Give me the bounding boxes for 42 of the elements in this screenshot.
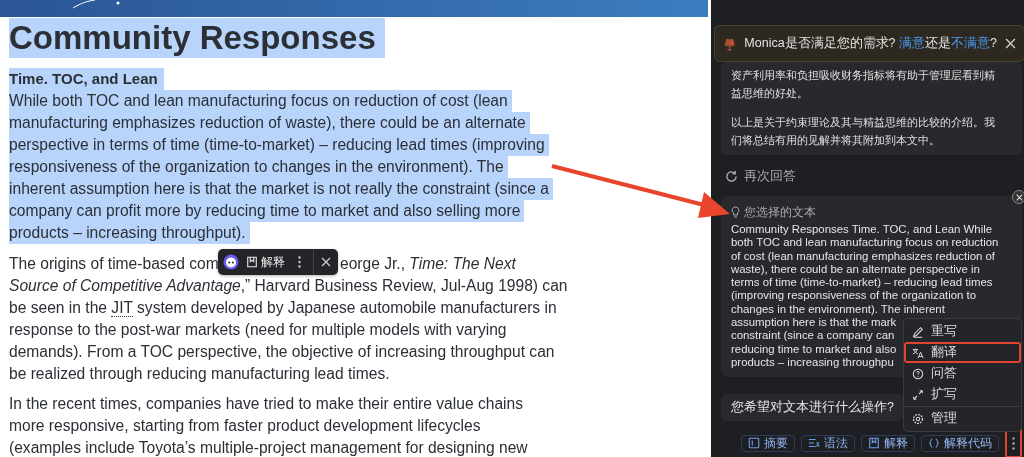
paragraph-line: Source of Competitive Advantage,” Harvard Business Review, Jul-Aug 1998) can: [9, 276, 569, 296]
unsatisfied-link[interactable]: 不满意: [951, 36, 991, 50]
selected-text-line: both TOC and lean manufacturing focus on reduction: [731, 236, 999, 250]
paragraph-line: be seen in the JIT system developed by Japanese automobile manufacturers in: [9, 298, 558, 319]
reply-text: 资产利用率和负担吸收财务指标将有助于管理层看到精益思维的好处。: [731, 68, 996, 101]
selected-text-line: waste), there could be an alternate perspective in: [731, 262, 980, 277]
selected-text-line: products – increasing throughpu: [731, 355, 894, 370]
article-subheading: Time. TOC, and Lean: [9, 68, 164, 90]
selected-text-line: assumption here is that the mark: [731, 316, 897, 330]
feedback-question: Monica是否满足您的需求? 满意还是不满意?: [744, 35, 997, 52]
paragraph-line: In the recent times, companies have tried to make their entire value chains: [9, 394, 524, 414]
selected-text-line: (improving responsiveness of the organization to: [731, 289, 977, 303]
selected-text-line: terms of time (time-to-market) – reducing lead times: [731, 276, 993, 290]
satisfied-link[interactable]: 满意: [899, 36, 926, 50]
paragraph-line: more responsive, starting from faster product development lifecycles: [9, 416, 482, 436]
menu-item[interactable]: 管理: [904, 408, 1021, 429]
article-heading: Community Responses: [9, 18, 385, 58]
action-button[interactable]: 语法: [801, 434, 855, 452]
menu-item[interactable]: 翻译: [904, 342, 1021, 363]
action-button[interactable]: 解释: [861, 434, 915, 452]
reply-text: 以上是关于约束理论及其与精益思维的比较的介绍。我们将总结有用的见解并将其附加到本文中。: [731, 115, 996, 148]
selected-text-line: reducing time to market and also: [731, 342, 897, 356]
paragraph-line: (examples include Toyota’s multiple-project management for designing new: [9, 438, 529, 457]
explain-button[interactable]: 解释: [246, 253, 285, 271]
selected-text-line: changes in the environment). The inherent: [731, 302, 945, 317]
paragraph-line: The origins of time-based com: [9, 255, 219, 272]
selected-text-line: constraint (since a company can: [731, 329, 895, 343]
term-link[interactable]: JIT: [111, 299, 133, 317]
menu-item[interactable]: 重写: [904, 321, 1021, 342]
paragraph-line: response to the post-war markets (need for multiple models with varying: [9, 320, 508, 340]
regenerate-button[interactable]: 再次回答: [725, 168, 796, 184]
selected-text-line: Community Responses Time. TOC, and Lean While: [731, 223, 993, 237]
prompt-bubble: 您希望对文本进行什么操作?: [721, 394, 904, 421]
selected-text-line: of cost (lean manufacturing emphasizes reduction of: [731, 249, 996, 263]
action-button[interactable]: 解释代码: [921, 434, 999, 452]
action-button[interactable]: 摘要: [741, 434, 795, 452]
menu-item[interactable]: 问答: [904, 363, 1021, 384]
paragraph-line: demands). From a TOC perspective, the objective of increasing throughput can: [9, 342, 556, 362]
paragraph-line: be realized through reducing manufacturing lead times.: [9, 364, 391, 384]
menu-item[interactable]: 扩写: [904, 384, 1021, 405]
paragraph-line: eorge Jr., Time: The Next: [340, 254, 516, 274]
card-label: 您选择的文本: [744, 203, 816, 221]
